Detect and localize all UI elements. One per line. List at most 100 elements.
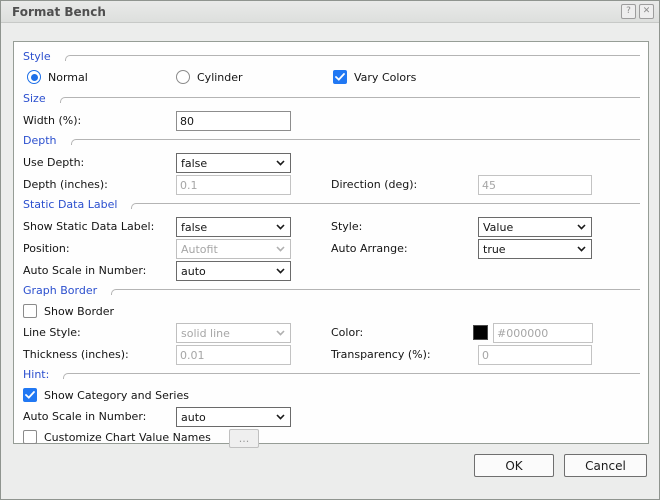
section-title: Graph Border bbox=[23, 284, 97, 300]
chevron-down-icon bbox=[276, 268, 285, 274]
width-row: Width (%): bbox=[14, 111, 648, 131]
radio-unselected-icon[interactable] bbox=[176, 70, 190, 84]
chevron-down-icon bbox=[276, 246, 285, 252]
transparency-input bbox=[478, 345, 592, 365]
section-title: Hint: bbox=[23, 368, 49, 384]
auto-scale-row: Auto Scale in Number: auto bbox=[14, 261, 648, 281]
show-border-row: Show Border bbox=[14, 303, 648, 321]
position-arrange-row: Position: Autofit Auto Arrange: true bbox=[14, 239, 648, 259]
direction-input bbox=[478, 175, 592, 195]
use-depth-row: Use Depth: false bbox=[14, 153, 648, 173]
normal-radio[interactable]: Normal bbox=[27, 70, 88, 84]
section-header-static-data-label: Static Data Label bbox=[14, 198, 648, 214]
customize-names-checkbox[interactable]: Customize Chart Value Names bbox=[23, 430, 211, 444]
width-input[interactable] bbox=[176, 111, 291, 131]
line-style-color-row: Line Style: solid line Color: bbox=[14, 323, 648, 343]
ok-button[interactable]: OK bbox=[474, 454, 554, 477]
section-title: Style bbox=[23, 50, 51, 66]
cylinder-radio[interactable]: Cylinder bbox=[176, 70, 243, 84]
show-static-label-row: Show Static Data Label: false Style: Val… bbox=[14, 217, 648, 237]
titlebar: Format Bench ? ✕ bbox=[1, 1, 659, 23]
customize-row: Customize Chart Value Names ... bbox=[14, 429, 648, 449]
auto-scale-select[interactable]: auto bbox=[176, 261, 291, 281]
dialog-title: Format Bench bbox=[12, 5, 106, 19]
section-rule bbox=[111, 289, 640, 295]
label-style-value: Value bbox=[483, 221, 513, 234]
hint-auto-scale-value: auto bbox=[181, 411, 206, 424]
section-header-depth: Depth bbox=[14, 134, 648, 150]
thickness-label: Thickness (inches): bbox=[23, 348, 129, 361]
auto-scale-label: Auto Scale in Number: bbox=[23, 264, 146, 277]
use-depth-value: false bbox=[181, 157, 207, 170]
vary-colors-label: Vary Colors bbox=[354, 71, 416, 84]
use-depth-label: Use Depth: bbox=[23, 156, 84, 169]
normal-radio-label: Normal bbox=[48, 71, 88, 84]
auto-arrange-value: true bbox=[483, 243, 506, 256]
cylinder-radio-label: Cylinder bbox=[197, 71, 243, 84]
show-static-select[interactable]: false bbox=[176, 217, 291, 237]
show-category-label: Show Category and Series bbox=[44, 389, 189, 402]
hint-auto-scale-select[interactable]: auto bbox=[176, 407, 291, 427]
auto-scale-value: auto bbox=[181, 265, 206, 278]
vary-colors-checkbox[interactable]: Vary Colors bbox=[333, 70, 416, 84]
cancel-button[interactable]: Cancel bbox=[564, 454, 647, 477]
label-style-select[interactable]: Value bbox=[478, 217, 592, 237]
section-header-size: Size bbox=[14, 92, 648, 108]
section-title: Static Data Label bbox=[23, 198, 117, 214]
section-rule bbox=[131, 203, 640, 209]
hint-auto-scale-row: Auto Scale in Number: auto bbox=[14, 407, 648, 427]
transparency-label: Transparency (%): bbox=[331, 348, 431, 361]
section-header-graph-border: Graph Border bbox=[14, 284, 648, 300]
help-icon[interactable]: ? bbox=[621, 4, 636, 19]
auto-arrange-label: Auto Arrange: bbox=[331, 242, 408, 255]
line-style-select: solid line bbox=[176, 323, 291, 343]
check-icon bbox=[25, 391, 35, 399]
checkbox-unchecked-icon[interactable] bbox=[23, 304, 37, 318]
line-style-label: Line Style: bbox=[23, 326, 81, 339]
chevron-down-icon bbox=[276, 330, 285, 336]
section-header-hint: Hint: bbox=[14, 368, 648, 384]
section-rule bbox=[65, 55, 640, 61]
label-style-label: Style: bbox=[331, 220, 362, 233]
position-value: Autofit bbox=[181, 243, 218, 256]
show-static-label: Show Static Data Label: bbox=[23, 220, 154, 233]
titlebar-buttons: ? ✕ bbox=[621, 4, 654, 19]
chevron-down-icon bbox=[276, 224, 285, 230]
section-title: Depth bbox=[23, 134, 57, 150]
show-category-row: Show Category and Series bbox=[14, 387, 648, 405]
section-header-style: Style bbox=[14, 50, 648, 66]
depth-direction-row: Depth (inches): Direction (deg): bbox=[14, 175, 648, 195]
width-label: Width (%): bbox=[23, 114, 81, 127]
checkbox-unchecked-icon[interactable] bbox=[23, 430, 37, 444]
show-border-label: Show Border bbox=[44, 305, 114, 318]
section-rule bbox=[71, 139, 640, 145]
depth-inches-label: Depth (inches): bbox=[23, 178, 108, 191]
auto-arrange-select[interactable]: true bbox=[478, 239, 592, 259]
thickness-input bbox=[176, 345, 291, 365]
section-rule bbox=[60, 97, 640, 103]
chevron-down-icon bbox=[276, 414, 285, 420]
color-input bbox=[493, 323, 593, 343]
position-select: Autofit bbox=[176, 239, 291, 259]
radio-selected-icon[interactable] bbox=[27, 70, 41, 84]
position-label: Position: bbox=[23, 242, 70, 255]
format-bench-dialog: Format Bench ? ✕ Style Normal Cylinder bbox=[0, 0, 660, 500]
section-title: Size bbox=[23, 92, 46, 108]
show-category-checkbox[interactable]: Show Category and Series bbox=[23, 388, 189, 402]
form-panel: Style Normal Cylinder Vary Colors Size bbox=[13, 41, 649, 444]
thickness-transparency-row: Thickness (inches): Transparency (%): bbox=[14, 345, 648, 365]
chevron-down-icon bbox=[577, 246, 586, 252]
hint-auto-scale-label: Auto Scale in Number: bbox=[23, 410, 146, 423]
checkbox-checked-icon[interactable] bbox=[333, 70, 347, 84]
style-row: Normal Cylinder Vary Colors bbox=[14, 69, 648, 89]
check-icon bbox=[335, 73, 345, 81]
show-border-checkbox[interactable]: Show Border bbox=[23, 304, 114, 318]
line-style-value: solid line bbox=[181, 327, 230, 340]
close-icon[interactable]: ✕ bbox=[639, 4, 654, 19]
checkbox-checked-icon[interactable] bbox=[23, 388, 37, 402]
direction-label: Direction (deg): bbox=[331, 178, 417, 191]
chevron-down-icon bbox=[276, 160, 285, 166]
chevron-down-icon bbox=[577, 224, 586, 230]
use-depth-select[interactable]: false bbox=[176, 153, 291, 173]
section-rule bbox=[63, 373, 640, 379]
